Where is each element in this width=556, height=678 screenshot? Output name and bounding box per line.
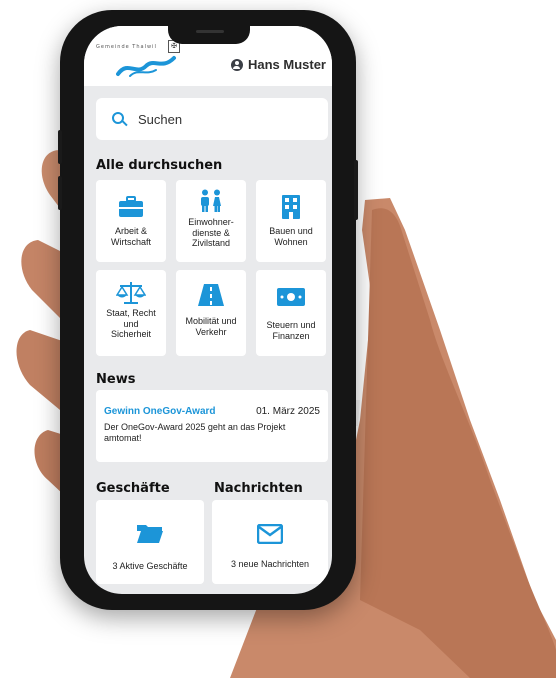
category-label: Steuern und Finanzen xyxy=(266,320,316,341)
briefcase-icon xyxy=(118,194,144,220)
messages-label: 3 neue Nachrichten xyxy=(230,559,310,569)
news-date: 01. März 2025 xyxy=(256,406,320,417)
scales-icon xyxy=(116,280,146,306)
messages-card[interactable]: 3 neue Nachrichten xyxy=(212,500,328,584)
municipality-logo[interactable]: Gemeinde Thalwil ✠ xyxy=(96,40,186,84)
road-icon xyxy=(197,282,225,308)
banknote-icon xyxy=(276,284,306,310)
search-icon xyxy=(112,112,126,126)
phone-screen: Gemeinde Thalwil ✠ Hans Muster Alle durc… xyxy=(84,26,332,594)
phone-volume-button xyxy=(58,176,62,210)
messages-title: Nachrichten xyxy=(214,481,303,496)
logo-text: Gemeinde Thalwil xyxy=(96,44,157,50)
category-tile-steuern[interactable]: Steuern und Finanzen xyxy=(256,270,326,356)
user-name: Hans Muster xyxy=(247,57,326,72)
news-headline[interactable]: Gewinn OneGov-Award xyxy=(104,406,216,417)
search-bar[interactable] xyxy=(96,98,328,140)
news-body: Der OneGov-Award 2025 geht an das Projek… xyxy=(104,422,286,443)
news-card[interactable]: Gewinn OneGov-Award 01. März 2025 Der On… xyxy=(96,390,328,462)
category-label: Staat, Recht und Sicherheit xyxy=(106,308,156,339)
business-title: Geschäfte xyxy=(96,481,170,496)
business-card[interactable]: 3 Aktive Geschäfte xyxy=(96,500,204,584)
logo-wave-icon xyxy=(116,56,176,77)
business-label: 3 Aktive Geschäfte xyxy=(112,561,188,571)
news-title: News xyxy=(96,372,136,387)
category-tile-einwohner[interactable]: Einwohner-dienste & Zivilstand xyxy=(176,180,246,262)
phone-side-button xyxy=(354,160,358,220)
phone-notch xyxy=(168,24,250,44)
category-tile-bauen[interactable]: Bauen und Wohnen xyxy=(256,180,326,262)
category-label: Arbeit & Wirtschaft xyxy=(110,226,151,247)
search-input[interactable] xyxy=(136,110,320,128)
user-profile[interactable]: Hans Muster xyxy=(230,57,326,72)
building-icon xyxy=(281,194,301,220)
category-tile-mobilitaet[interactable]: Mobilität und Verkehr xyxy=(176,270,246,356)
folder-icon xyxy=(136,522,164,549)
category-label: Bauen und Wohnen xyxy=(269,226,313,247)
categories-title: Alle durchsuchen xyxy=(96,158,223,173)
people-icon xyxy=(198,188,224,214)
category-tile-staat[interactable]: Staat, Recht und Sicherheit xyxy=(96,270,166,356)
speaker-grille xyxy=(196,30,224,33)
category-label: Einwohner-dienste & Zivilstand xyxy=(188,217,234,248)
category-label: Mobilität und Verkehr xyxy=(185,316,237,337)
envelope-icon xyxy=(256,523,284,549)
phone-volume-button xyxy=(58,130,62,164)
category-tile-arbeit[interactable]: Arbeit & Wirtschaft xyxy=(96,180,166,262)
user-icon xyxy=(230,58,243,71)
